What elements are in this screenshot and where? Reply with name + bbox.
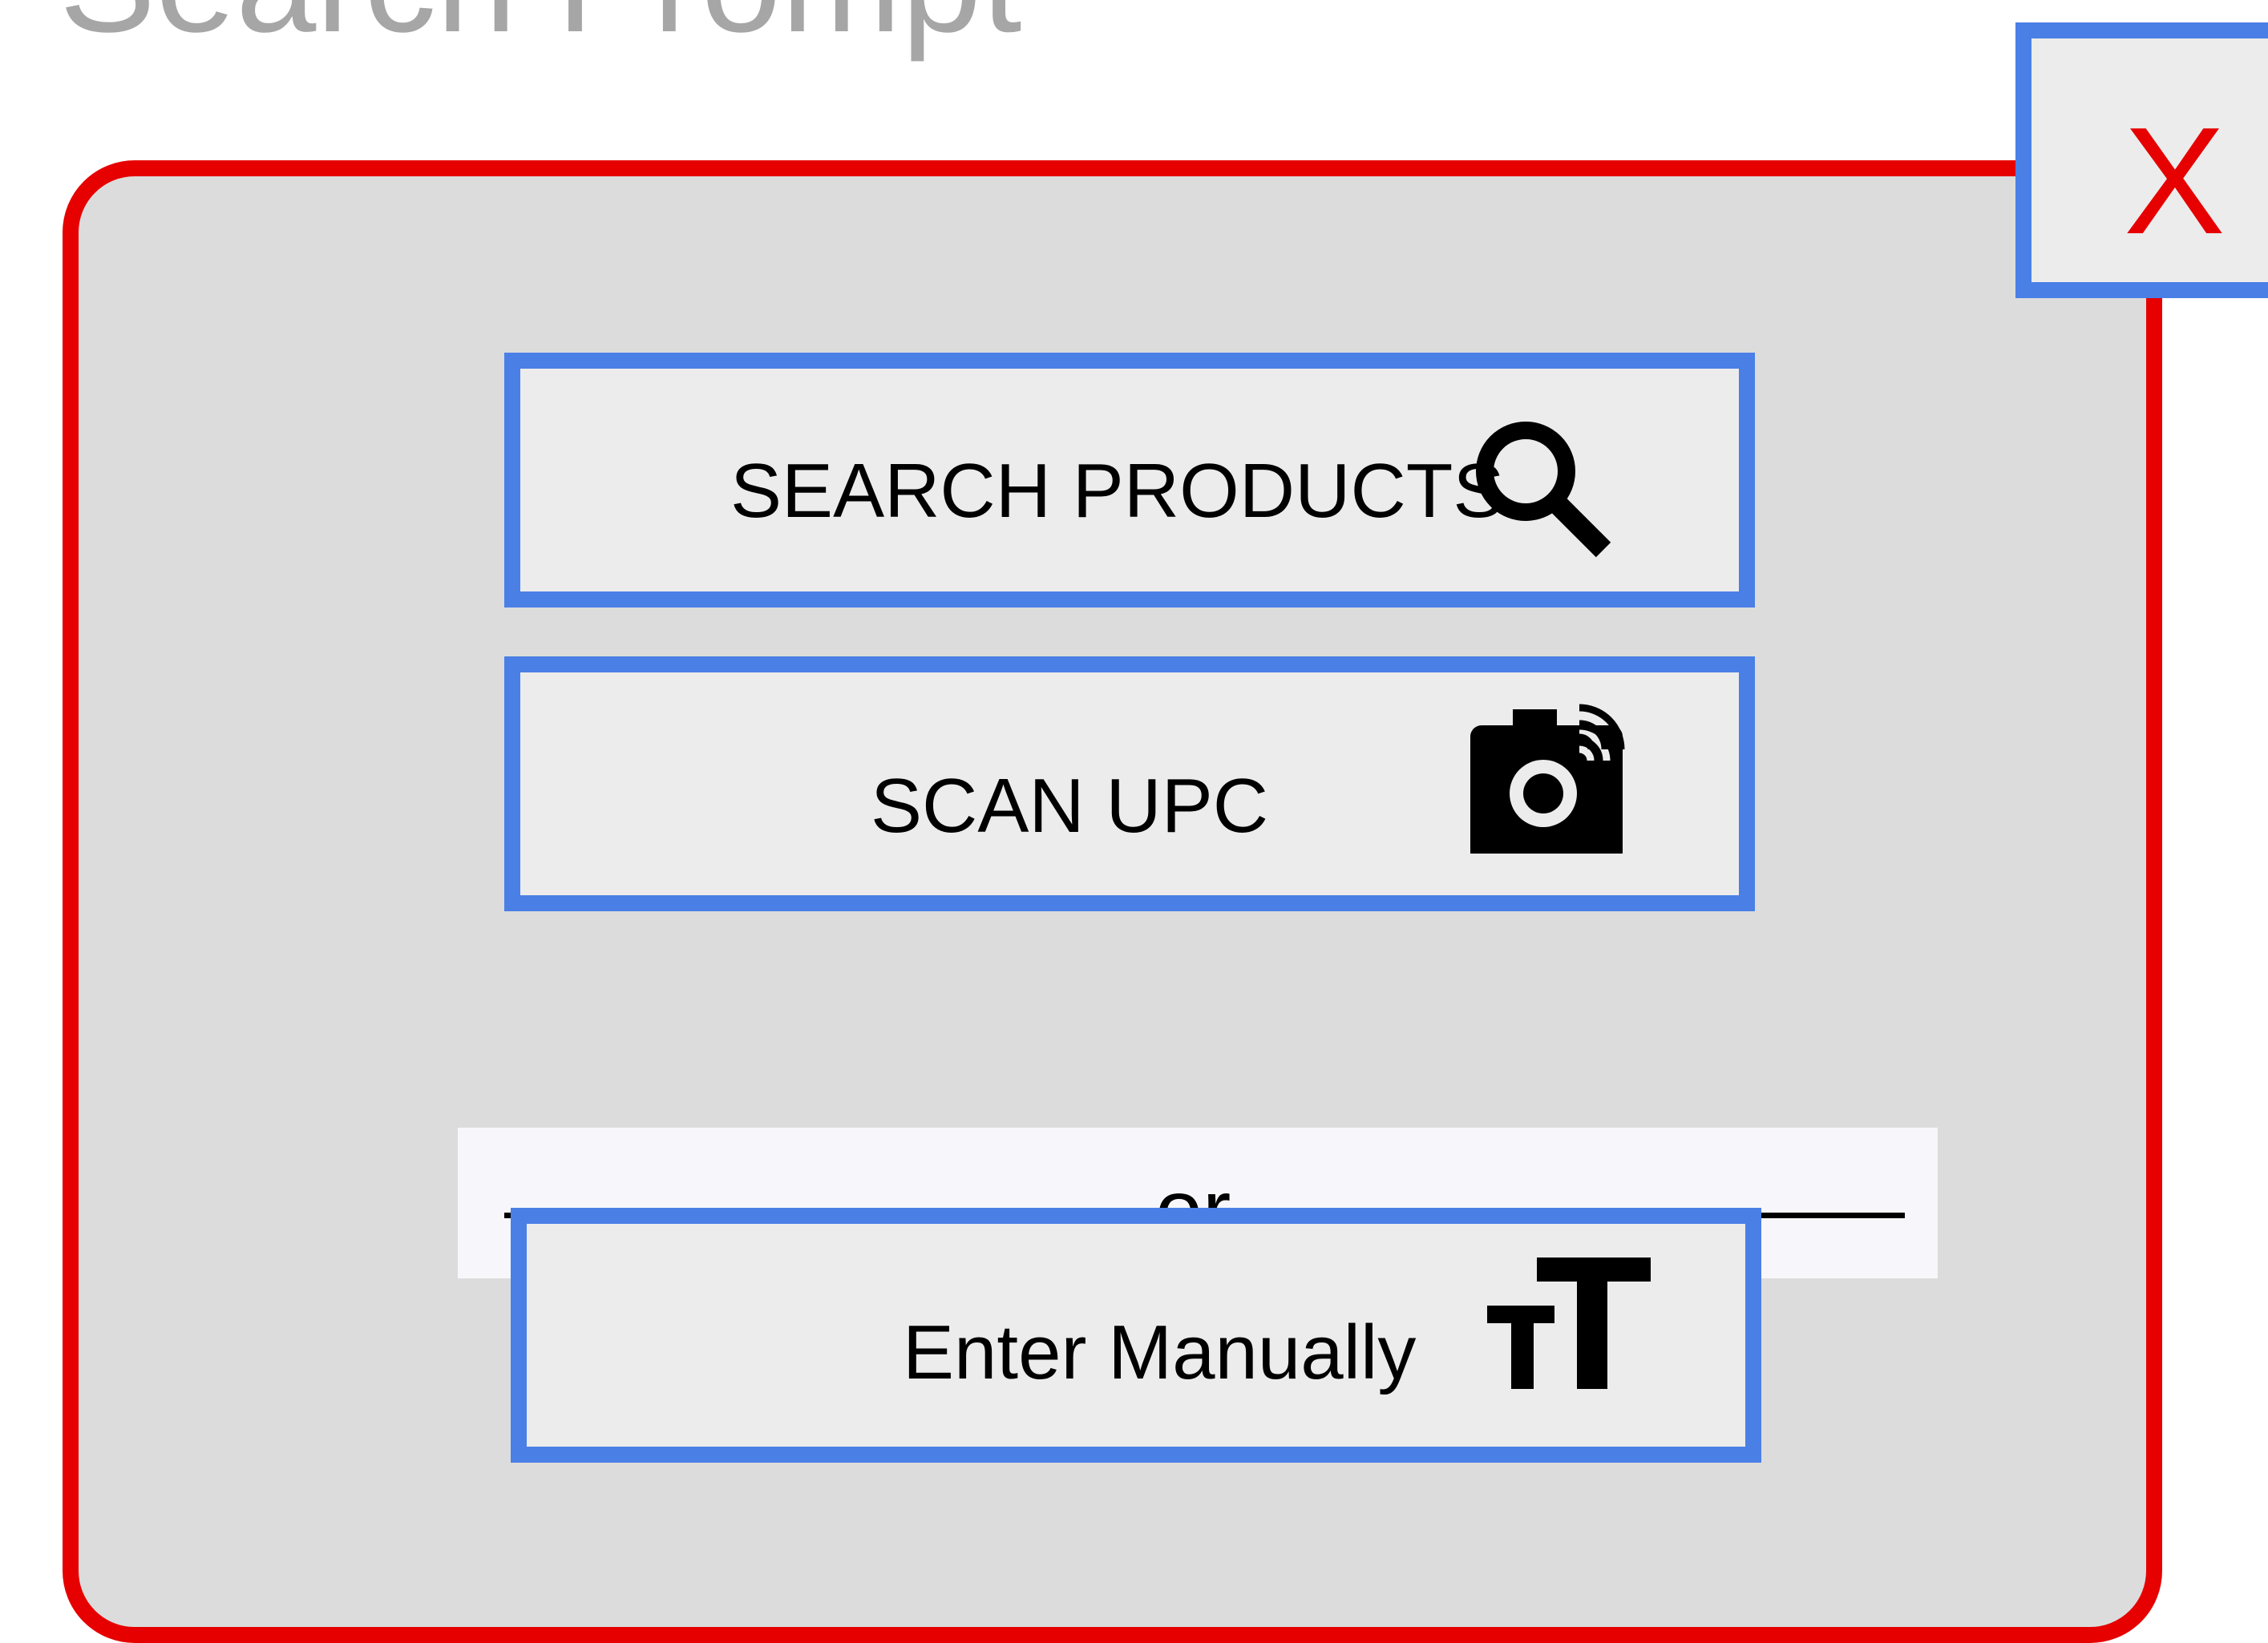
camera-icon [1470, 704, 1625, 854]
text-size-icon [1487, 1257, 1651, 1389]
search-products-label: SEARCH PRODUCTS [730, 448, 1505, 534]
search-products-button[interactable]: SEARCH PRODUCTS [504, 353, 1755, 608]
page-title: Search Prompt [59, 0, 1022, 54]
close-button[interactable]: X [2015, 22, 2268, 298]
close-label: X [2124, 96, 2226, 266]
scan-upc-button[interactable]: SCAN UPC [504, 656, 1755, 911]
search-prompt-dialog: SEARCH PRODUCTS SCAN UPC or Enter Manual… [63, 160, 2162, 1643]
enter-manually-label: Enter Manually [903, 1310, 1417, 1395]
search-icon [1476, 422, 1611, 558]
enter-manually-button[interactable]: Enter Manually [511, 1208, 1761, 1463]
scan-upc-label: SCAN UPC [871, 763, 1269, 849]
